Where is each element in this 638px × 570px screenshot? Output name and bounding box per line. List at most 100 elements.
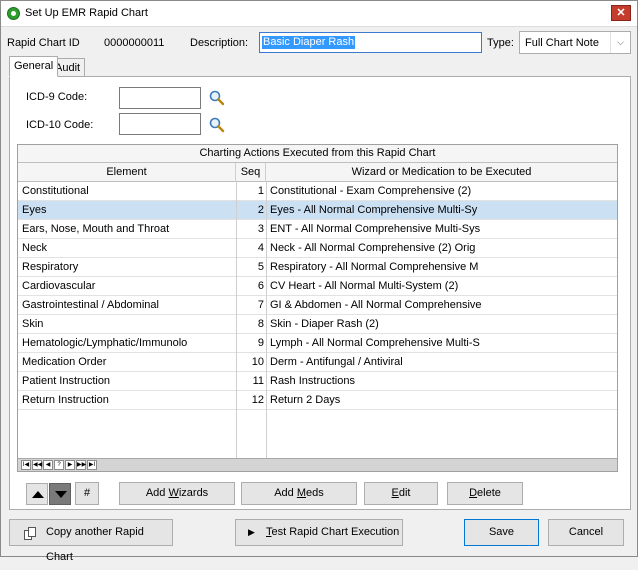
cell-element: Return Instruction xyxy=(22,394,109,406)
cell-wizard: Derm - Antifungal / Antiviral xyxy=(270,356,403,368)
cell-element: Cardiovascular xyxy=(22,280,96,292)
column-header-seq[interactable]: Seq xyxy=(236,163,266,182)
delete-accesskey: D xyxy=(469,487,478,499)
cell-element: Eyes xyxy=(22,204,47,216)
edit-label: dit xyxy=(398,487,411,499)
arrow-down-icon xyxy=(55,491,67,498)
cell-element: Ears, Nose, Mouth and Throat xyxy=(22,223,170,235)
cell-wizard: Skin - Diaper Rash (2) xyxy=(270,318,379,330)
cell-wizard: Neck - All Normal Comprehensive (2) Orig xyxy=(270,242,476,254)
cell-wizard: Rash Instructions xyxy=(270,375,355,387)
cell-seq: 8 xyxy=(257,318,264,330)
cell-seq: 9 xyxy=(257,337,264,349)
first-record-icon[interactable]: I◀ xyxy=(21,460,31,470)
cell-seq: 6 xyxy=(257,280,264,292)
cell-seq: 4 xyxy=(257,242,264,254)
cell-wizard: ENT - All Normal Comprehensive Multi-Sys xyxy=(270,223,481,235)
column-header-wizard[interactable]: Wizard or Medication to be Executed xyxy=(266,163,617,182)
app-icon xyxy=(7,7,20,20)
table-row[interactable]: Hematologic/Lymphatic/Immunolo 9 Lymph - A… xyxy=(18,334,617,353)
cell-seq: 5 xyxy=(257,261,264,273)
last-record-icon[interactable]: ▶I xyxy=(87,460,97,470)
charting-actions-grid: Charting Actions Executed from this Rapi… xyxy=(17,144,618,472)
description-input[interactable]: Basic Diaper Rash xyxy=(259,32,482,53)
chevron-down-icon[interactable]: ⌵ xyxy=(610,32,630,53)
search-icon[interactable] xyxy=(209,117,225,133)
grid-caption: Charting Actions Executed from this Rapi… xyxy=(18,145,617,163)
grid-divider xyxy=(266,182,267,458)
cell-seq: 3 xyxy=(257,223,264,235)
table-row[interactable]: Medication Order 10 Derm - Antifungal / An… xyxy=(18,353,617,372)
table-row[interactable]: Return Instruction 12 Return 2 Days xyxy=(18,391,617,410)
prev-page-icon[interactable]: ◀◀ xyxy=(32,460,42,470)
type-select[interactable]: Full Chart Note ⌵ xyxy=(519,31,631,54)
save-button[interactable]: Save xyxy=(464,519,539,546)
table-row[interactable]: Cardiovascular 6 CV Heart - All Normal Mul… xyxy=(18,277,617,296)
cell-seq: 2 xyxy=(257,204,264,216)
cell-element: Gastrointestinal / Abdominal xyxy=(22,299,159,311)
tab-general[interactable]: General xyxy=(9,56,59,77)
rapid-chart-id-value: 0000000011 xyxy=(104,37,165,49)
grid-header: Element Seq Wizard or Medication to be E… xyxy=(18,163,617,182)
column-header-element[interactable]: Element xyxy=(18,163,236,182)
cell-element: Neck xyxy=(22,242,48,254)
description-value: Basic Diaper Rash xyxy=(262,36,356,49)
cell-wizard: GI & Abdomen - All Normal Comprehensive xyxy=(270,299,482,311)
table-row[interactable]: Patient Instruction 11 Rash Instructions xyxy=(18,372,617,391)
table-row[interactable]: Gastrointestinal / Abdominal 7 GI & Abdome… xyxy=(18,296,617,315)
cell-wizard: Constitutional - Exam Comprehensive (2) xyxy=(270,185,472,197)
arrow-up-icon xyxy=(32,491,44,498)
grid-navigator: I◀ ◀◀ ◀? ▶ ▶▶ ▶I xyxy=(18,458,617,471)
add-wizards-button[interactable]: Add Wizards xyxy=(119,482,235,505)
test-rapid-chart-button[interactable]: ▶ Test Rapid Chart Execution xyxy=(235,519,403,546)
next-record-icon[interactable]: ▶ xyxy=(65,460,75,470)
rapid-chart-window: Set Up EMR Rapid Chart ✕ Rapid Chart ID … xyxy=(0,0,638,563)
help-icon[interactable]: ? xyxy=(54,460,64,470)
cell-element: Constitutional xyxy=(22,185,89,197)
edit-accesskey: E xyxy=(391,487,399,499)
add-wizards-label: Add xyxy=(145,487,169,499)
cell-seq: 10 xyxy=(251,356,264,368)
cell-seq: 1 xyxy=(257,185,264,197)
close-button[interactable]: ✕ xyxy=(611,5,631,21)
rapid-chart-id-label: Rapid Chart ID xyxy=(7,37,80,49)
cell-element: Hematologic/Lymphatic/Immunolo xyxy=(22,337,188,349)
move-down-button[interactable] xyxy=(49,483,71,505)
type-label: Type: xyxy=(487,37,514,49)
test-label-rest: est Rapid Chart Execution xyxy=(271,526,400,538)
table-row[interactable]: Skin 8 Skin - Diaper Rash (2) xyxy=(18,315,617,334)
cell-wizard: Return 2 Days xyxy=(270,394,341,406)
test-label: Test Rapid Chart Execution xyxy=(266,520,399,545)
icd10-label: ICD-10 Code: xyxy=(26,119,94,131)
copy-icon xyxy=(24,527,36,540)
copy-rapid-chart-label: Copy another Rapid Chart xyxy=(46,526,144,563)
sequence-button[interactable]: # xyxy=(75,482,99,505)
add-meds-button[interactable]: Add Meds xyxy=(241,482,357,505)
cell-seq: 7 xyxy=(257,299,264,311)
edit-button[interactable]: Edit xyxy=(364,482,438,505)
table-row[interactable]: Respiratory 5 Respiratory - All Normal Com… xyxy=(18,258,617,277)
table-row[interactable]: Ears, Nose, Mouth and Throat 3 ENT - All N… xyxy=(18,220,617,239)
prev-record-icon[interactable]: ◀ xyxy=(43,460,53,470)
move-up-button[interactable] xyxy=(26,483,48,505)
cell-element: Skin xyxy=(22,318,44,330)
cell-wizard: Lymph - All Normal Comprehensive Multi-S xyxy=(270,337,480,349)
grid-divider xyxy=(236,182,237,458)
cell-wizard: Respiratory - All Normal Comprehensive M xyxy=(270,261,479,273)
table-row[interactable]: Eyes 2 Eyes - All Normal Comprehensive Mul… xyxy=(18,201,617,220)
next-page-icon[interactable]: ▶▶ xyxy=(76,460,86,470)
delete-label: elete xyxy=(477,487,501,499)
cell-element: Patient Instruction xyxy=(22,375,111,387)
copy-rapid-chart-button[interactable]: Copy another Rapid Chart xyxy=(9,519,173,563)
cancel-button[interactable]: Cancel xyxy=(548,519,624,546)
cell-wizard: CV Heart - All Normal Multi-System (2) xyxy=(270,280,459,292)
delete-button[interactable]: Delete xyxy=(447,482,523,505)
table-row[interactable]: Neck 4 Neck - All Normal Comprehensive (2)… xyxy=(18,239,617,258)
play-icon: ▶ xyxy=(248,527,255,537)
icd10-input[interactable] xyxy=(119,113,201,135)
search-icon[interactable] xyxy=(209,90,225,106)
add-wizards-accesskey: W xyxy=(168,487,179,499)
table-row[interactable]: Constitutional 1 Constitutional - Exam Com… xyxy=(18,182,617,201)
icd9-input[interactable] xyxy=(119,87,201,109)
description-label: Description: xyxy=(190,37,249,49)
